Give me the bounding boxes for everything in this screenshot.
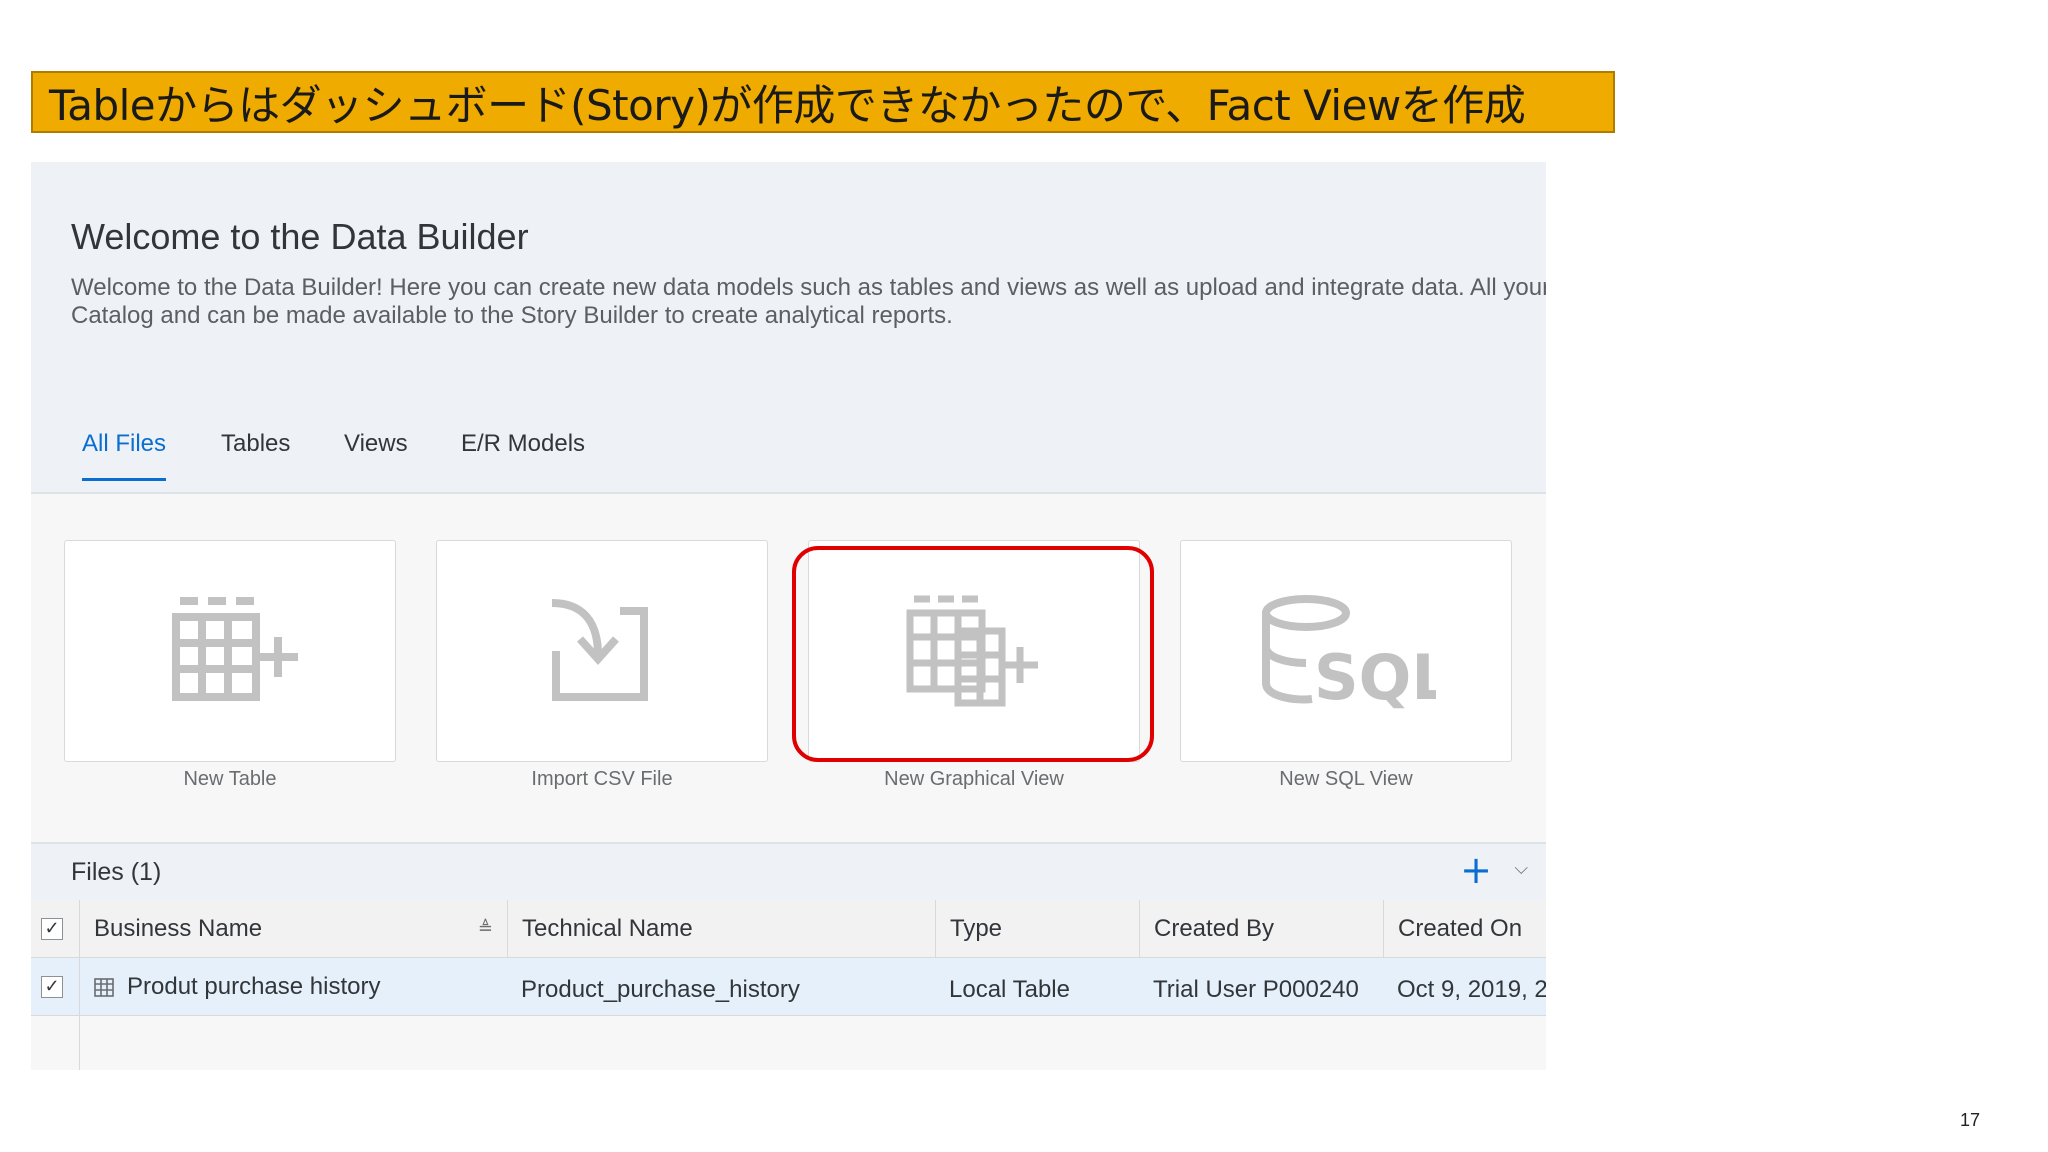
checkbox-column-divider <box>79 900 80 1070</box>
new-graphical-view-label: New Graphical View <box>884 768 1064 790</box>
column-business-name[interactable]: Business Name ≜ <box>79 900 507 957</box>
svg-text:SQL: SQL <box>1314 641 1436 711</box>
slide-banner: Tableからはダッシュボード(Story)が作成できなかったので、Fact V… <box>31 71 1615 133</box>
add-file-button[interactable]: + <box>1460 850 1492 890</box>
welcome-desc-line-1: Welcome to the Data Builder! Here you ca… <box>71 274 1546 301</box>
welcome-description: Welcome to the Data Builder! Here you ca… <box>71 274 1546 330</box>
file-tabs: All Files Tables Views E/R Models <box>31 430 1546 494</box>
column-business-name-label: Business Name <box>94 914 263 942</box>
data-builder-screen: Welcome to the Data Builder Welcome to t… <box>31 162 1546 1070</box>
cell-type: Local Table <box>949 975 1070 1003</box>
graphical-view-icon <box>906 595 1038 707</box>
row-checkbox-cell: ✓ <box>31 958 79 1015</box>
page-title: Welcome to the Data Builder <box>71 216 529 257</box>
new-graphical-view-tile[interactable] <box>808 540 1140 762</box>
chevron-down-icon[interactable]: ⌵ <box>1514 858 1528 879</box>
header-checkbox-cell: ✓ <box>31 900 79 957</box>
import-csv-tile[interactable] <box>436 540 768 762</box>
tab-tables[interactable]: Tables <box>221 430 290 478</box>
empty-row <box>31 1016 1546 1070</box>
cell-technical-name: Product_purchase_history <box>521 975 800 1003</box>
column-type[interactable]: Type <box>935 900 1139 957</box>
page-number: 17 <box>1960 1110 1981 1130</box>
welcome-desc-line-2: Catalog and can be made available to the… <box>71 302 953 329</box>
row-checkbox[interactable]: ✓ <box>41 975 63 998</box>
cell-created-on: Oct 9, 2019, 2: <box>1397 975 1546 1003</box>
import-csv-label: Import CSV File <box>531 768 673 790</box>
table-header: ✓ Business Name ≜ Technical Name Type Cr… <box>31 900 1546 958</box>
tab-all-files[interactable]: All Files <box>82 430 167 481</box>
column-created-by[interactable]: Created By <box>1139 900 1383 957</box>
select-all-checkbox[interactable]: ✓ <box>41 917 63 940</box>
files-count-title: Files (1) <box>71 858 162 886</box>
business-name-value: Produt purchase history <box>127 972 381 1000</box>
banner-text: Tableからはダッシュボード(Story)が作成できなかったので、Fact V… <box>49 80 1526 130</box>
new-sql-view-label: New SQL View <box>1279 768 1413 790</box>
sql-icon: SQL <box>1262 595 1436 711</box>
table-icon <box>94 977 114 997</box>
new-table-tile[interactable] <box>64 540 396 762</box>
new-table-label: New Table <box>183 768 277 790</box>
column-created-on[interactable]: Created On <box>1383 900 1546 957</box>
sort-icon[interactable]: ≜ <box>478 918 493 939</box>
tab-er-models[interactable]: E/R Models <box>461 430 585 478</box>
column-technical-name[interactable]: Technical Name <box>507 900 935 957</box>
table-row[interactable]: ✓ Produt purchase history Product_purcha… <box>31 958 1546 1016</box>
new-sql-view-tile[interactable]: SQL <box>1180 540 1512 762</box>
cell-created-by: Trial User P000240 <box>1153 975 1359 1003</box>
files-toolbar: Files (1) + ⌵ <box>31 842 1546 900</box>
table-plus-icon <box>172 597 298 701</box>
cell-business-name: Produt purchase history <box>79 958 507 1015</box>
import-icon <box>551 599 648 701</box>
tab-views[interactable]: Views <box>344 430 408 478</box>
